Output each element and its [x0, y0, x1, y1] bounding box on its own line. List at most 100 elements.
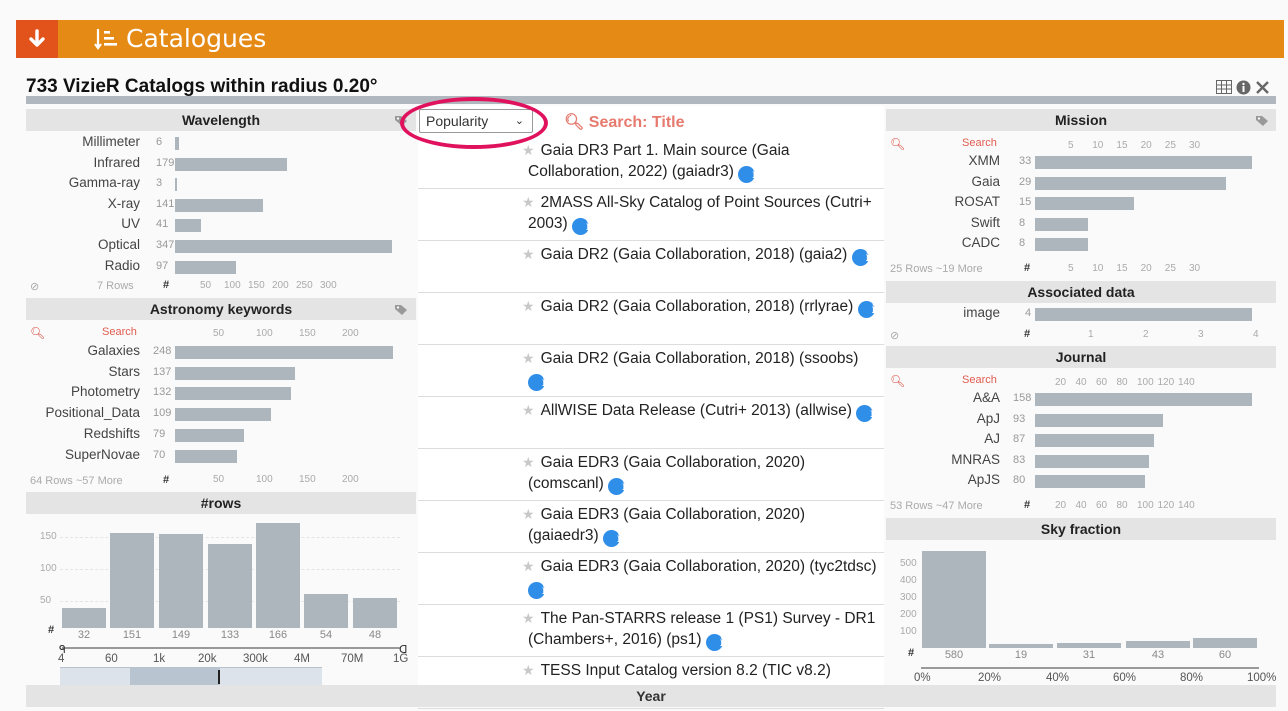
- astro-item-label[interactable]: SuperNovae: [0, 447, 140, 462]
- catalog-title[interactable]: Gaia DR2 (Gaia Collaboration, 2018) (sso…: [541, 350, 859, 367]
- mission-search-input[interactable]: Search: [962, 137, 997, 149]
- star-icon[interactable]: ★: [522, 298, 535, 314]
- star-icon[interactable]: ★: [522, 558, 535, 574]
- info-icon[interactable]: i: [608, 478, 627, 495]
- catalog-item[interactable]: ★ Gaia DR2 (Gaia Collaboration, 2018) (ss…: [418, 345, 884, 397]
- sky-hist-bar[interactable]: [989, 644, 1053, 648]
- wavelength-item-label[interactable]: Infrared: [0, 155, 140, 170]
- catalogues-header[interactable]: Catalogues: [16, 20, 1284, 58]
- rows-hist-bar[interactable]: [110, 532, 154, 628]
- journal-item-label[interactable]: MNRAS: [840, 452, 1000, 467]
- wavelength-item-bar[interactable]: [175, 157, 287, 171]
- rows-hist-bar[interactable]: [353, 597, 397, 628]
- journal-item-bar[interactable]: [1035, 393, 1252, 406]
- tag-icon[interactable]: [395, 303, 408, 315]
- wavelength-item-bar[interactable]: [175, 219, 201, 233]
- title-search-input[interactable]: 🔍︎ Search: Title: [564, 112, 685, 132]
- wavelength-item-label[interactable]: Millimeter: [0, 134, 140, 149]
- astro-item-bar[interactable]: [175, 366, 296, 380]
- rows-hist-bar[interactable]: [159, 534, 203, 628]
- journal-item-label[interactable]: ApJ: [840, 411, 1000, 426]
- wavelength-item-label[interactable]: Optical: [0, 237, 140, 252]
- search-icon[interactable]: 🔍︎: [890, 137, 905, 151]
- astro-item-bar[interactable]: [175, 408, 271, 422]
- astro-keywords-header[interactable]: Astronomy keywords: [26, 298, 416, 320]
- info-icon[interactable]: i: [528, 374, 547, 391]
- mission-item-label[interactable]: Swift: [840, 215, 1000, 230]
- sky-hist-bar[interactable]: [1057, 642, 1121, 648]
- rows-hist-bar[interactable]: [304, 593, 348, 628]
- mission-item-bar[interactable]: [1035, 217, 1088, 231]
- astro-item-label[interactable]: Stars: [0, 364, 140, 379]
- mission-item-label[interactable]: ROSAT: [840, 194, 1000, 209]
- info-icon[interactable]: i: [738, 166, 757, 183]
- info-icon[interactable]: i: [851, 249, 870, 266]
- sky-fraction-header[interactable]: Sky fraction: [886, 518, 1276, 540]
- wavelength-item-bar[interactable]: [175, 137, 179, 150]
- catalog-item[interactable]: ★ TESS Input Catalog version 8.2 (TIC v8.…: [418, 657, 884, 709]
- catalog-item[interactable]: ★ Gaia EDR3 (Gaia Collaboration, 2020) (g…: [418, 501, 884, 553]
- astro-item-label[interactable]: Positional_Data: [0, 405, 140, 420]
- rows-hist-bar[interactable]: [208, 544, 252, 628]
- info-icon[interactable]: i: [705, 634, 724, 651]
- star-icon[interactable]: ★: [522, 246, 535, 262]
- astro-item-label[interactable]: Photometry: [0, 384, 140, 399]
- catalog-item[interactable]: ★ AllWISE Data Release (Cutri+ 2013) (all…: [418, 397, 884, 449]
- sky-hist-bar[interactable]: [1193, 637, 1257, 648]
- rows-hist-bar[interactable]: [256, 523, 300, 628]
- rows-hist-bar[interactable]: [62, 607, 106, 628]
- mission-item-bar[interactable]: [1035, 176, 1226, 190]
- catalog-item[interactable]: ★ Gaia EDR3 (Gaia Collaboration, 2020) (t…: [418, 553, 884, 605]
- mission-item-label[interactable]: Gaia: [840, 174, 1000, 189]
- wavelength-item-bar[interactable]: [175, 178, 177, 192]
- star-icon[interactable]: ★: [522, 454, 535, 470]
- wavelength-item-label[interactable]: UV: [0, 216, 140, 231]
- mission-item-bar[interactable]: [1035, 156, 1252, 169]
- rows-header[interactable]: #rows: [26, 492, 416, 514]
- star-icon[interactable]: ★: [522, 662, 535, 678]
- wavelength-header[interactable]: Wavelength: [26, 109, 416, 131]
- sky-hist-bar[interactable]: [1126, 640, 1190, 648]
- astro-item-label[interactable]: Galaxies: [0, 343, 140, 358]
- catalog-title[interactable]: Gaia DR2 (Gaia Collaboration, 2018) (rrl…: [541, 298, 854, 315]
- info-icon[interactable]: i: [602, 530, 622, 547]
- star-icon[interactable]: ★: [522, 610, 535, 626]
- astro-item-label[interactable]: Redshifts: [0, 426, 140, 441]
- info-icon[interactable]: i: [571, 218, 591, 235]
- wavelength-item-bar[interactable]: [175, 240, 392, 253]
- catalog-item[interactable]: ★ Gaia DR3 Part 1. Main source (Gaia Coll…: [418, 137, 884, 189]
- journal-header[interactable]: Journal: [886, 346, 1276, 368]
- astro-item-bar[interactable]: [175, 428, 245, 442]
- catalog-item[interactable]: ★ Gaia DR2 (Gaia Collaboration, 2018) (rr…: [418, 293, 884, 345]
- assoc-item-label[interactable]: image: [840, 305, 1000, 320]
- wavelength-item-label[interactable]: X-ray: [0, 196, 140, 211]
- catalog-title[interactable]: AllWISE Data Release (Cutri+ 2013) (allw…: [541, 402, 852, 419]
- journal-item-label[interactable]: AJ: [840, 431, 1000, 446]
- mission-header[interactable]: Mission: [886, 109, 1276, 131]
- astro-search-input[interactable]: Search: [102, 326, 137, 338]
- star-icon[interactable]: ★: [522, 350, 535, 366]
- journal-item-bar[interactable]: [1035, 475, 1145, 489]
- mission-item-label[interactable]: CADC: [840, 235, 1000, 250]
- journal-item-label[interactable]: ApJS: [840, 472, 1000, 487]
- catalog-title[interactable]: The Pan-STARRS release 1 (PS1) Survey - …: [528, 610, 875, 648]
- star-icon[interactable]: ★: [522, 402, 535, 418]
- rows-range-slider[interactable]: [60, 667, 322, 685]
- catalog-title[interactable]: Gaia EDR3 (Gaia Collaboration, 2020) (co…: [528, 454, 805, 492]
- catalog-title[interactable]: Gaia EDR3 (Gaia Collaboration, 2020) (ty…: [541, 558, 877, 575]
- search-icon[interactable]: 🔍︎: [30, 326, 45, 340]
- wavelength-item-label[interactable]: Radio: [0, 258, 140, 273]
- wavelength-item-bar[interactable]: [175, 260, 236, 274]
- journal-item-bar[interactable]: [1035, 434, 1155, 448]
- sky-hist-bar[interactable]: [922, 551, 986, 648]
- catalog-item[interactable]: ★ Gaia EDR3 (Gaia Collaboration, 2020) (c…: [418, 449, 884, 501]
- associated-data-header[interactable]: Associated data: [886, 281, 1276, 303]
- catalog-title[interactable]: TESS Input Catalog version 8.2 (TIC v8.2…: [541, 662, 831, 679]
- star-icon[interactable]: ★: [522, 506, 535, 522]
- catalog-item[interactable]: ★ The Pan-STARRS release 1 (PS1) Survey -…: [418, 605, 884, 657]
- star-icon[interactable]: ★: [522, 142, 535, 158]
- wavelength-item-label[interactable]: Gamma-ray: [0, 175, 140, 190]
- mission-footer[interactable]: 25 Rows ~19 More: [890, 263, 983, 275]
- astro-item-bar[interactable]: [175, 346, 393, 359]
- info-icon[interactable]: i: [528, 582, 547, 599]
